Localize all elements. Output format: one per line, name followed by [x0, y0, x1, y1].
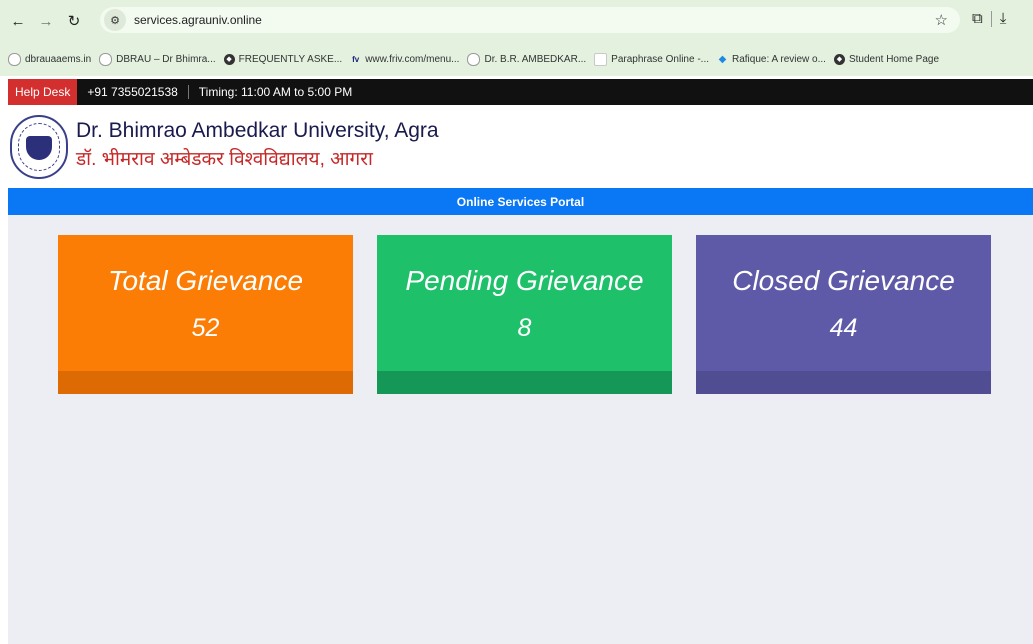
url-text[interactable]: services.agrauniv.online [134, 13, 262, 27]
bookmark-item[interactable]: ◆ Rafique: A review o... [717, 54, 826, 65]
friv-icon: fv [352, 54, 360, 64]
address-bar[interactable]: ⚙ services.agrauniv.online ☆ [100, 7, 960, 33]
website-icon: ◆ [223, 53, 235, 65]
card-footer [58, 371, 353, 394]
toolbar-separator [990, 10, 992, 27]
portal-title: Online Services Portal [456, 194, 585, 209]
forward-arrow-icon[interactable]: → [36, 11, 56, 31]
university-header: Dr. Bhimrao Ambedkar University, Agra डॉ… [8, 105, 1033, 188]
card-title: Closed Grievance [732, 265, 955, 296]
bookmark-item[interactable]: fv www.friv.com/menu... [350, 54, 459, 65]
dashboard-content: Total Grievance 52 Pending Grievance 8 C… [8, 215, 1033, 644]
bookmark-item[interactable]: DBRAU – Dr Bhimra... [99, 52, 216, 66]
bookmark-item[interactable]: dbrauaaems.in [8, 52, 92, 66]
site-info-icon[interactable]: ⚙ [104, 9, 126, 31]
bookmark-label: www.friv.com/menu... [365, 53, 460, 65]
globe-icon [99, 52, 113, 66]
bookmark-item[interactable]: ◆ FREQUENTLY ASKE... [223, 53, 343, 65]
globe-icon [467, 52, 481, 66]
bookmark-item[interactable]: Paraphrase Online -... [594, 52, 709, 66]
paraphrase-icon [594, 52, 608, 66]
helpdesk-timing: Timing: 11:00 AM to 5:00 PM [198, 85, 353, 99]
extensions-icon[interactable]: ⧉ [972, 10, 983, 27]
bookmark-label: Paraphrase Online -... [611, 53, 709, 65]
bookmark-label: DBRAU – Dr Bhimra... [116, 53, 216, 65]
helpdesk-label: Help Desk [8, 79, 78, 105]
card-count: 52 [191, 314, 220, 342]
browser-toolbar: ← → ↻ ⚙ services.agrauniv.online ☆ ⧉ ⤓ [0, 0, 1033, 42]
bookmark-label: dbrauaaems.in [25, 53, 92, 65]
bookmarks-bar: dbrauaaems.in DBRAU – Dr Bhimra... ◆ FREQ… [0, 42, 1033, 76]
pending-grievance-card[interactable]: Pending Grievance 8 [377, 235, 672, 394]
globe-icon [8, 52, 21, 66]
toolbar-right-icons: ⧉ ⤓ [972, 10, 1006, 27]
bookmark-label: Dr. B.R. AMBEDKAR... [484, 53, 587, 65]
card-footer [377, 371, 672, 394]
helpdesk-divider [187, 85, 189, 99]
closed-grievance-card[interactable]: Closed Grievance 44 [696, 235, 991, 394]
helpdesk-bar: Help Desk +91 7355021538 Timing: 11:00 A… [8, 79, 1033, 105]
university-name-hindi: डॉ. भीमराव अम्बेडकर विश्वविद्यालय, आगरा [76, 149, 373, 170]
website-icon: ◆ [833, 53, 845, 65]
portal-title-bar: Online Services Portal [8, 188, 1033, 215]
download-icon[interactable]: ⤓ [1000, 10, 1007, 27]
card-count: 8 [517, 314, 532, 342]
bookmark-label: Rafique: A review o... [732, 53, 826, 65]
card-title: Pending Grievance [405, 265, 644, 296]
bookmark-label: FREQUENTLY ASKE... [238, 53, 343, 65]
total-grievance-card[interactable]: Total Grievance 52 [58, 235, 353, 394]
card-title: Total Grievance [107, 265, 304, 296]
reload-icon[interactable]: ↻ [64, 11, 84, 31]
bookmark-label: Student Home Page [848, 53, 940, 65]
bookmark-star-icon[interactable]: ☆ [935, 11, 948, 29]
diamond-icon: ◆ [718, 53, 727, 65]
card-footer [696, 371, 991, 394]
helpdesk-phone: +91 7355021538 [87, 85, 178, 99]
bookmark-item[interactable]: Dr. B.R. AMBEDKAR... [467, 52, 587, 66]
card-count: 44 [829, 314, 858, 342]
back-arrow-icon[interactable]: ← [8, 11, 28, 31]
bookmark-item[interactable]: ◆ Student Home Page [833, 53, 940, 65]
university-logo-icon[interactable] [10, 115, 68, 179]
university-name-english: Dr. Bhimrao Ambedkar University, Agra [76, 119, 439, 142]
